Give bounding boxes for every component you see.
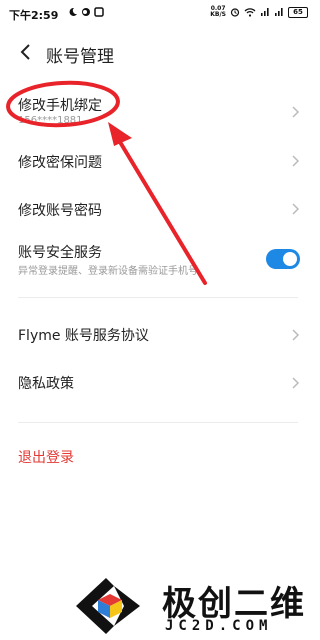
arrow-head	[108, 122, 132, 146]
watermark: 极创二维 JC2D.COM	[70, 572, 320, 640]
annotation-overlay	[6, 80, 207, 285]
watermark-text-en: JC2D.COM	[165, 618, 273, 634]
watermark-logo-icon	[76, 578, 140, 634]
arrow-shaft	[118, 140, 207, 285]
highlight-circle	[6, 80, 120, 128]
